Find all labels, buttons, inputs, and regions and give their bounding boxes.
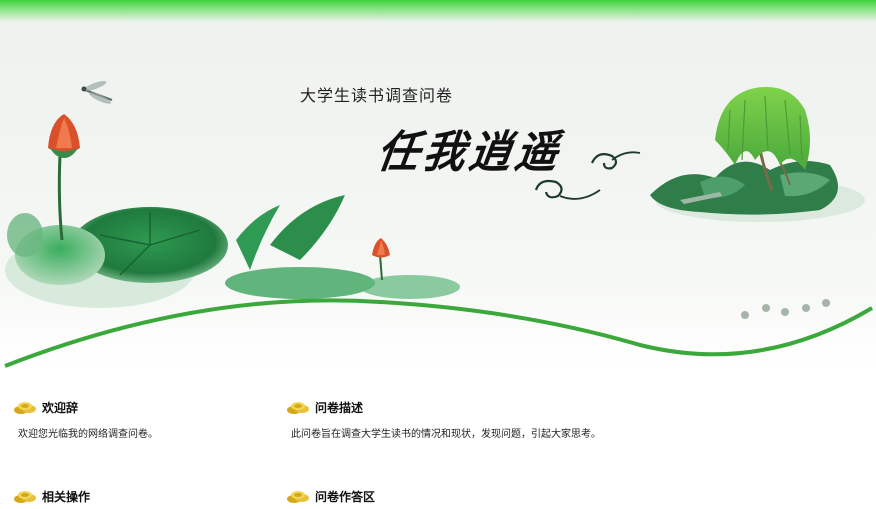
header-banner: 大学生读书调查问卷 任我逍遥	[0, 0, 876, 370]
gold-coins-icon	[287, 402, 309, 414]
banner-calligraphy-title: 任我逍遥	[373, 125, 566, 178]
welcome-section: 欢迎辞 欢迎您光临我的网络调查问卷。	[12, 398, 158, 440]
welcome-title: 欢迎辞	[42, 400, 79, 415]
banner-artwork	[4, 81, 874, 368]
lotus-flower-large	[48, 114, 80, 158]
gold-coins-icon	[14, 402, 36, 414]
pawprints-decoration	[741, 299, 830, 319]
survey-description-title: 问卷描述	[315, 400, 364, 415]
gold-coins-icon	[287, 491, 309, 503]
related-actions-title: 相关操作	[42, 489, 91, 504]
lotus-flower-small	[372, 238, 390, 258]
willow-landscape-illustration	[650, 86, 865, 222]
answer-area-title: 问卷作答区	[315, 489, 376, 504]
dragonfly-illustration	[81, 81, 113, 104]
related-actions-section: 相关操作	[12, 487, 90, 505]
gold-coins-icon	[14, 491, 36, 503]
answer-area-section: 问卷作答区	[285, 487, 375, 505]
survey-description-text: 此问卷旨在调查大学生读书的情况和现状，发现问题，引起大家思考。	[291, 429, 601, 440]
green-wave-divider	[4, 298, 874, 368]
survey-description-section: 问卷描述 此问卷旨在调查大学生读书的情况和现状，发现问题，引起大家思考。	[285, 398, 601, 440]
welcome-text: 欢迎您光临我的网络调查问卷。	[18, 429, 158, 440]
banner-subtitle: 大学生读书调查问卷	[300, 86, 454, 105]
